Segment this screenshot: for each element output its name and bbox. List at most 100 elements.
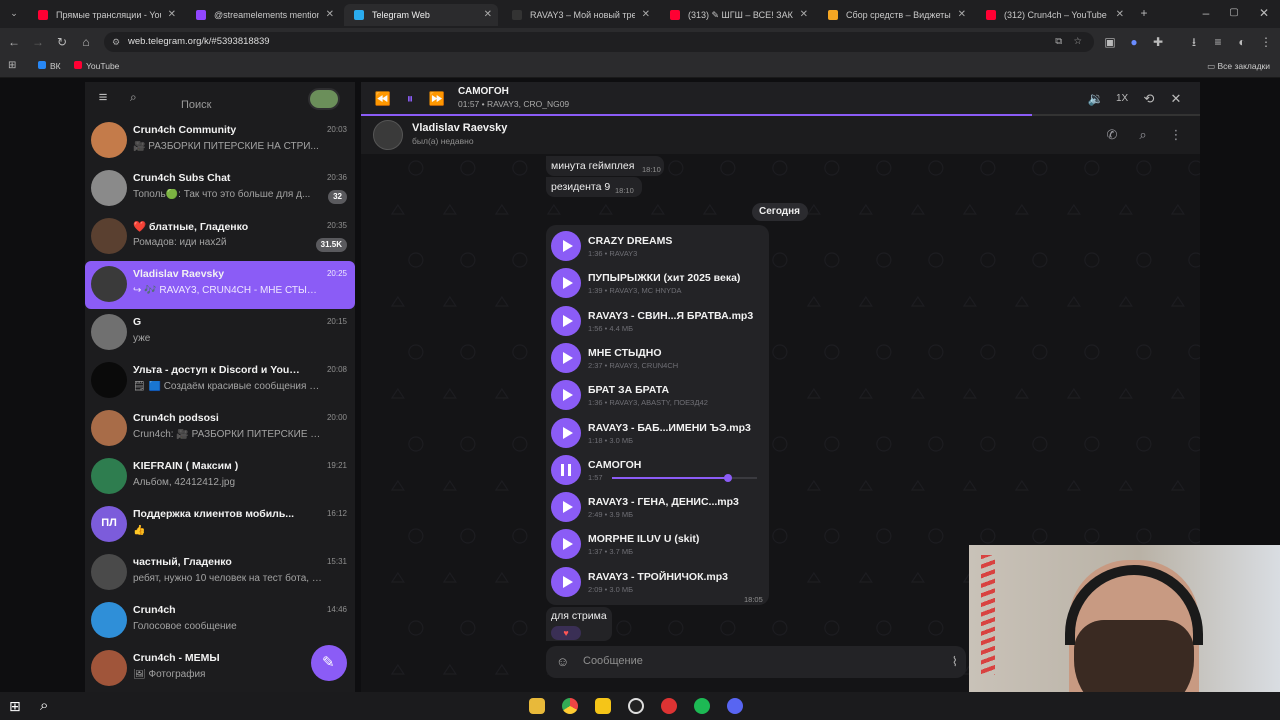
browser-tab[interactable]: RAVAY3 – Мой новый трек 4 ✕ <box>502 4 656 26</box>
track-seek-bar[interactable] <box>612 473 757 482</box>
user-avatar[interactable] <box>308 88 340 110</box>
all-bookmarks-link[interactable]: ▭ Все закладки <box>1207 61 1270 72</box>
account-icon[interactable]: ◐ <box>1234 34 1250 50</box>
phone-icon[interactable]: ✆ <box>1103 127 1121 143</box>
close-tab-icon[interactable]: ✕ <box>800 9 808 20</box>
install-app-icon[interactable]: ⧉ <box>1055 32 1062 52</box>
reload-icon[interactable]: ↻ <box>54 34 70 50</box>
home-icon[interactable]: ⌂ <box>78 34 94 50</box>
chat-list-item[interactable]: Crun4ch Subs Chat Тополь🟢: Так что это бо… <box>85 165 355 213</box>
maximize-icon[interactable]: ▢ <box>1226 5 1242 21</box>
close-tab-icon[interactable]: ✕ <box>642 9 650 20</box>
previous-track-icon[interactable]: ⏪ <box>374 91 392 107</box>
download-icon[interactable]: ⭳ <box>1186 34 1202 50</box>
play-icon[interactable] <box>551 380 581 411</box>
more-options-icon[interactable]: ⋮ <box>1167 127 1185 143</box>
close-tab-icon[interactable]: ✕ <box>1116 9 1124 20</box>
chat-list-item[interactable]: Crun4ch Голосовое сообщение 14:46 <box>85 597 355 645</box>
chat-list-item[interactable]: Vladislav Raevsky ↪ 🎶 RAVAY3, CRUN4CH - М… <box>85 261 355 309</box>
play-icon[interactable] <box>551 492 581 523</box>
close-player-icon[interactable]: ✕ <box>1167 91 1185 107</box>
attach-icon[interactable]: ⌇ <box>952 654 958 670</box>
close-tab-icon[interactable]: ✕ <box>326 9 334 20</box>
chat-list-item[interactable]: Ульта - доступ к Discord и YouTube ... 🗒 … <box>85 357 355 405</box>
start-windows-icon[interactable]: ⊞ <box>9 698 21 715</box>
audio-track[interactable]: RAVAY3 - ГЕНА, ДЕНИС...mp3 2:49 • 3.9 МБ <box>546 489 766 526</box>
play-icon[interactable] <box>551 231 581 261</box>
playback-speed-button[interactable]: 1X <box>1116 93 1128 104</box>
minimize-icon[interactable]: – <box>1198 5 1214 21</box>
browser-tab[interactable]: Telegram Web ✕ <box>344 4 498 26</box>
menu-kebab-icon[interactable]: ⋮ <box>1258 34 1274 50</box>
browser-tab[interactable]: Сбор средств – Виджеты – Do ✕ <box>818 4 972 26</box>
audio-track[interactable]: ПУПЫРЫЖКИ (хит 2025 века) 1:39 • RAVAY3, … <box>546 265 766 302</box>
browser-tab[interactable]: @streamelements mention ✕ <box>186 4 340 26</box>
pause-icon[interactable] <box>551 454 581 485</box>
back-icon[interactable]: ← <box>6 34 22 50</box>
compose-button[interactable]: ✎ <box>311 645 347 681</box>
message-composer[interactable]: ☺ Сообщение ⌇ <box>546 646 966 678</box>
play-icon[interactable] <box>551 305 581 336</box>
audio-track[interactable]: CRAZY DREAMS 1:36 • RAVAY3 <box>546 228 766 265</box>
search-chat-icon[interactable]: ⌕ <box>1134 127 1152 143</box>
audio-track[interactable]: БРАТ ЗА БРАТА 1:36 • RAVAY3, ABASTY, ПОЕЗ… <box>546 377 766 414</box>
next-track-icon[interactable]: ⏩ <box>428 91 446 107</box>
volume-icon[interactable]: 🔉 <box>1087 91 1105 107</box>
message-input[interactable]: Сообщение <box>583 655 643 667</box>
chat-list-item[interactable]: Crun4ch podsosi Crun4ch: 🎥 РАЗБОРКИ ПИТЕР… <box>85 405 355 453</box>
emoji-icon[interactable]: ☺ <box>556 654 569 669</box>
bookmark-link[interactable]: ВК <box>38 61 61 71</box>
obs-icon[interactable] <box>628 698 644 714</box>
hamburger-menu-icon[interactable]: ≡ <box>94 90 112 106</box>
chat-list-item[interactable]: Crun4ch Community 🎥 РАЗБОРКИ ПИТЕРСКИЕ НА… <box>85 117 355 165</box>
play-icon[interactable] <box>551 566 581 597</box>
browser-tab[interactable]: Прямые трансляции - YouTube ✕ <box>28 4 182 26</box>
url-input[interactable]: ⚙ web.telegram.org/k/#5393818839 ⧉ ☆ <box>104 32 1094 52</box>
profile-icon[interactable]: ● <box>1126 34 1142 50</box>
chat-title[interactable]: Vladislav Raevsky <box>412 122 507 134</box>
app-icon[interactable] <box>595 698 611 714</box>
audio-track[interactable]: RAVAY3 - СВИН...Я БРАТВА.mp3 1:56 • 4.4 М… <box>546 303 766 340</box>
chat-avatar[interactable] <box>373 120 403 150</box>
taskbar-search-icon[interactable]: ⌕ <box>40 697 48 714</box>
new-tab-button[interactable]: + <box>1136 5 1152 21</box>
close-tab-icon[interactable]: ✕ <box>958 9 966 20</box>
close-tab-icon[interactable]: ✕ <box>484 9 492 20</box>
chat-list-item[interactable]: KIEFRAIN ( Максим ) Альбом, 42412412.jpg 1… <box>85 453 355 501</box>
chat-list-item[interactable]: Gуже 20:15 <box>85 309 355 357</box>
chat-list-item[interactable]: ❤️ блатные, Гладенко Ромадов: иди нах2й 20… <box>85 213 355 261</box>
audio-track[interactable]: САМОГОН 1:57 <box>546 452 766 489</box>
forward-icon[interactable]: → <box>30 34 46 50</box>
search-box[interactable]: ⌕ Поиск <box>123 88 303 111</box>
play-icon[interactable] <box>551 268 581 299</box>
app-icon[interactable] <box>661 698 677 714</box>
chat-list-item[interactable]: частный, Гладенко ребят, нужно 10 человек… <box>85 549 355 597</box>
repeat-icon[interactable]: ⟲ <box>1140 91 1158 107</box>
browser-tab[interactable]: (312) Crun4ch – YouTube ✕ <box>976 4 1130 26</box>
bookmark-star-icon[interactable]: ☆ <box>1073 32 1082 52</box>
audio-track[interactable]: RAVAY3 - ТРОЙНИЧОК.mp3 2:09 • 3.0 МБ <box>546 564 766 601</box>
track-seek-handle[interactable] <box>724 473 732 482</box>
play-icon[interactable] <box>551 529 581 560</box>
discord-icon[interactable] <box>727 698 743 714</box>
apps-grid-icon[interactable]: ⊞ <box>8 60 16 71</box>
browser-tab[interactable]: (313) ✎ ШГШ – ВСЕ! ЗАКАЗ ✕ <box>660 4 814 26</box>
close-tab-icon[interactable]: ✕ <box>168 9 176 20</box>
file-explorer-icon[interactable] <box>529 698 545 714</box>
extensions-puzzle-icon[interactable]: ✚ <box>1150 34 1166 50</box>
extension-icon[interactable]: ▣ <box>1102 34 1118 50</box>
spotify-icon[interactable] <box>694 698 710 714</box>
bookmark-link[interactable]: YouTube <box>74 61 119 71</box>
close-window-icon[interactable]: ✕ <box>1256 5 1272 21</box>
media-icon[interactable]: ≡ <box>1210 34 1226 50</box>
chat-list-item[interactable]: ПЛ Поддержка клиентов мобиль... 👍 16:12 <box>85 501 355 549</box>
play-icon[interactable] <box>551 417 581 448</box>
pause-icon[interactable]: ⏸ <box>401 91 419 107</box>
audio-track[interactable]: RAVAY3 - БАБ...ИМЕНИ ЪЭ.mp3 1:18 • 3.0 МБ <box>546 415 766 452</box>
play-icon[interactable] <box>551 342 581 373</box>
site-info-icon[interactable]: ⚙ <box>112 32 120 52</box>
audio-track[interactable]: MORPHE ILUV U (skit) 1:37 • 3.7 МБ <box>546 526 766 563</box>
chrome-icon[interactable] <box>562 698 578 714</box>
audio-track[interactable]: МНЕ СТЫДНО 2:37 • RAVAY3, CRUN4CH <box>546 340 766 377</box>
tab-search-icon[interactable]: ⌄ <box>6 5 22 21</box>
